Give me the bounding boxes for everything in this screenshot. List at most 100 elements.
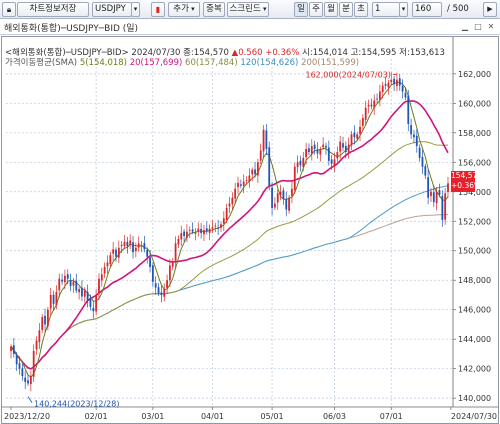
candle-body [220, 224, 222, 228]
candle-body [447, 183, 449, 192]
candle-body [143, 243, 146, 250]
candle-body [18, 363, 21, 369]
low-marker [27, 396, 33, 403]
add-button[interactable]: 추가 ▾ [168, 2, 200, 17]
candle-body [333, 159, 336, 166]
period-month-button[interactable]: 월 [324, 2, 338, 17]
candle-body [299, 160, 302, 166]
period-day-button[interactable]: 일 [294, 2, 308, 17]
candle-body [217, 227, 220, 229]
scale-button[interactable]: 스크린드 ▾ [227, 2, 269, 17]
candle-body [435, 191, 438, 204]
y-tick-label: 148,000 [458, 276, 491, 285]
candle-body [254, 169, 256, 175]
period-minute-button[interactable]: 분 [339, 2, 353, 17]
overlay-button[interactable]: 중복 [203, 2, 225, 17]
candle-body [359, 126, 361, 135]
candlestick-chart[interactable]: 140,000 142,000 144,000 146,000 148,000 150,0… [2, 37, 498, 423]
candle-body [350, 134, 353, 146]
candle-body [342, 143, 344, 148]
candle-body [171, 262, 174, 267]
candle-body [296, 162, 299, 168]
candle-body [214, 225, 217, 227]
candle-body [225, 207, 228, 220]
annotations: 162,000(2024/07/03) 140,244(2023/12/28) [27, 71, 453, 409]
candle-body [285, 199, 288, 210]
candle-body [432, 192, 435, 203]
candle-body [205, 228, 208, 232]
current-price: 154,570 [451, 171, 483, 180]
x-tick-label: 2024/07/30 [451, 412, 497, 421]
candle-body [98, 278, 100, 294]
candle-body [319, 149, 322, 155]
candle-body [174, 243, 177, 261]
candle-type-icon[interactable]: ▮ [151, 2, 165, 17]
candle-body [415, 135, 418, 147]
candle-body [86, 291, 89, 301]
candle-body [231, 197, 234, 205]
candle-body [259, 150, 262, 161]
candle-body [95, 294, 98, 312]
candle-body [322, 144, 325, 148]
count-input[interactable]: 160 [412, 2, 442, 17]
candle-body [222, 218, 225, 224]
minimize-icon[interactable]: ▁ [459, 21, 471, 32]
candle-body [248, 175, 251, 182]
y-tick-label: 150,000 [458, 247, 491, 256]
ma120-legend: 120(154,626) [240, 58, 299, 68]
candle-body [237, 182, 239, 188]
candle-body [35, 340, 38, 350]
x-tick-label: 06/03 [323, 412, 346, 421]
scroll-right-button[interactable]: ▶ [483, 2, 497, 17]
y-tick-label: 162,000 [458, 70, 491, 79]
y-tick-label: 140,000 [458, 394, 491, 403]
candle-body [112, 249, 115, 254]
candle-body [83, 290, 86, 297]
symbol-dropdown-icon[interactable]: ▾ [131, 2, 140, 17]
period-week-button[interactable]: 주 [309, 2, 323, 17]
candle-body [401, 85, 404, 92]
candle-body [418, 147, 421, 158]
candle-body [92, 307, 95, 312]
candle-body [356, 134, 359, 139]
ma-title: 가격이동평균(SMA) [5, 58, 78, 68]
candle-body [262, 129, 265, 152]
total-count: / 500 [447, 4, 469, 14]
candle-body [410, 125, 413, 135]
candle-body [163, 289, 166, 297]
lock-icon[interactable]: 🔒︎ [2, 2, 16, 17]
candle-body [441, 196, 444, 220]
moving-average-lines [10, 81, 449, 378]
y-tick-label: 158,000 [458, 129, 491, 138]
candle-body [197, 228, 200, 232]
candle-body [75, 280, 78, 291]
candle-body [154, 283, 157, 288]
candle-body [203, 230, 205, 235]
candle-body [393, 78, 395, 85]
y-tick-label: 142,000 [458, 365, 491, 374]
candle-body [282, 190, 285, 200]
candle-body [245, 179, 248, 181]
candle-body [396, 79, 398, 86]
current-price-tag: 154,570 +0.36% [451, 171, 483, 192]
candle-body [66, 274, 69, 279]
candle-body [166, 280, 168, 288]
chart-area[interactable]: 140,000 142,000 144,000 146,000 148,000 150,0… [1, 36, 499, 424]
multiplier-dropdown-icon[interactable]: ▾ [399, 2, 408, 17]
symbol-value: USDJPY [95, 4, 126, 14]
candle-body [61, 279, 63, 282]
candle-body [313, 144, 316, 150]
chart-setting-save-button[interactable]: 차트정보저장 [17, 2, 89, 17]
multiplier-input[interactable]: 1 [372, 2, 400, 17]
period-tick-button[interactable]: 초 [354, 2, 368, 17]
candle-body [276, 193, 279, 203]
candle-body [274, 203, 276, 208]
maximize-icon[interactable]: □ [472, 21, 484, 32]
candle-body [120, 244, 123, 247]
ma60-line [10, 141, 449, 370]
y-tick-label: 156,000 [458, 158, 491, 167]
close-icon[interactable]: ✕ [485, 21, 497, 32]
candle-body [186, 231, 188, 238]
symbol-select[interactable]: USDJPY [92, 2, 132, 17]
candle-body [242, 181, 245, 186]
